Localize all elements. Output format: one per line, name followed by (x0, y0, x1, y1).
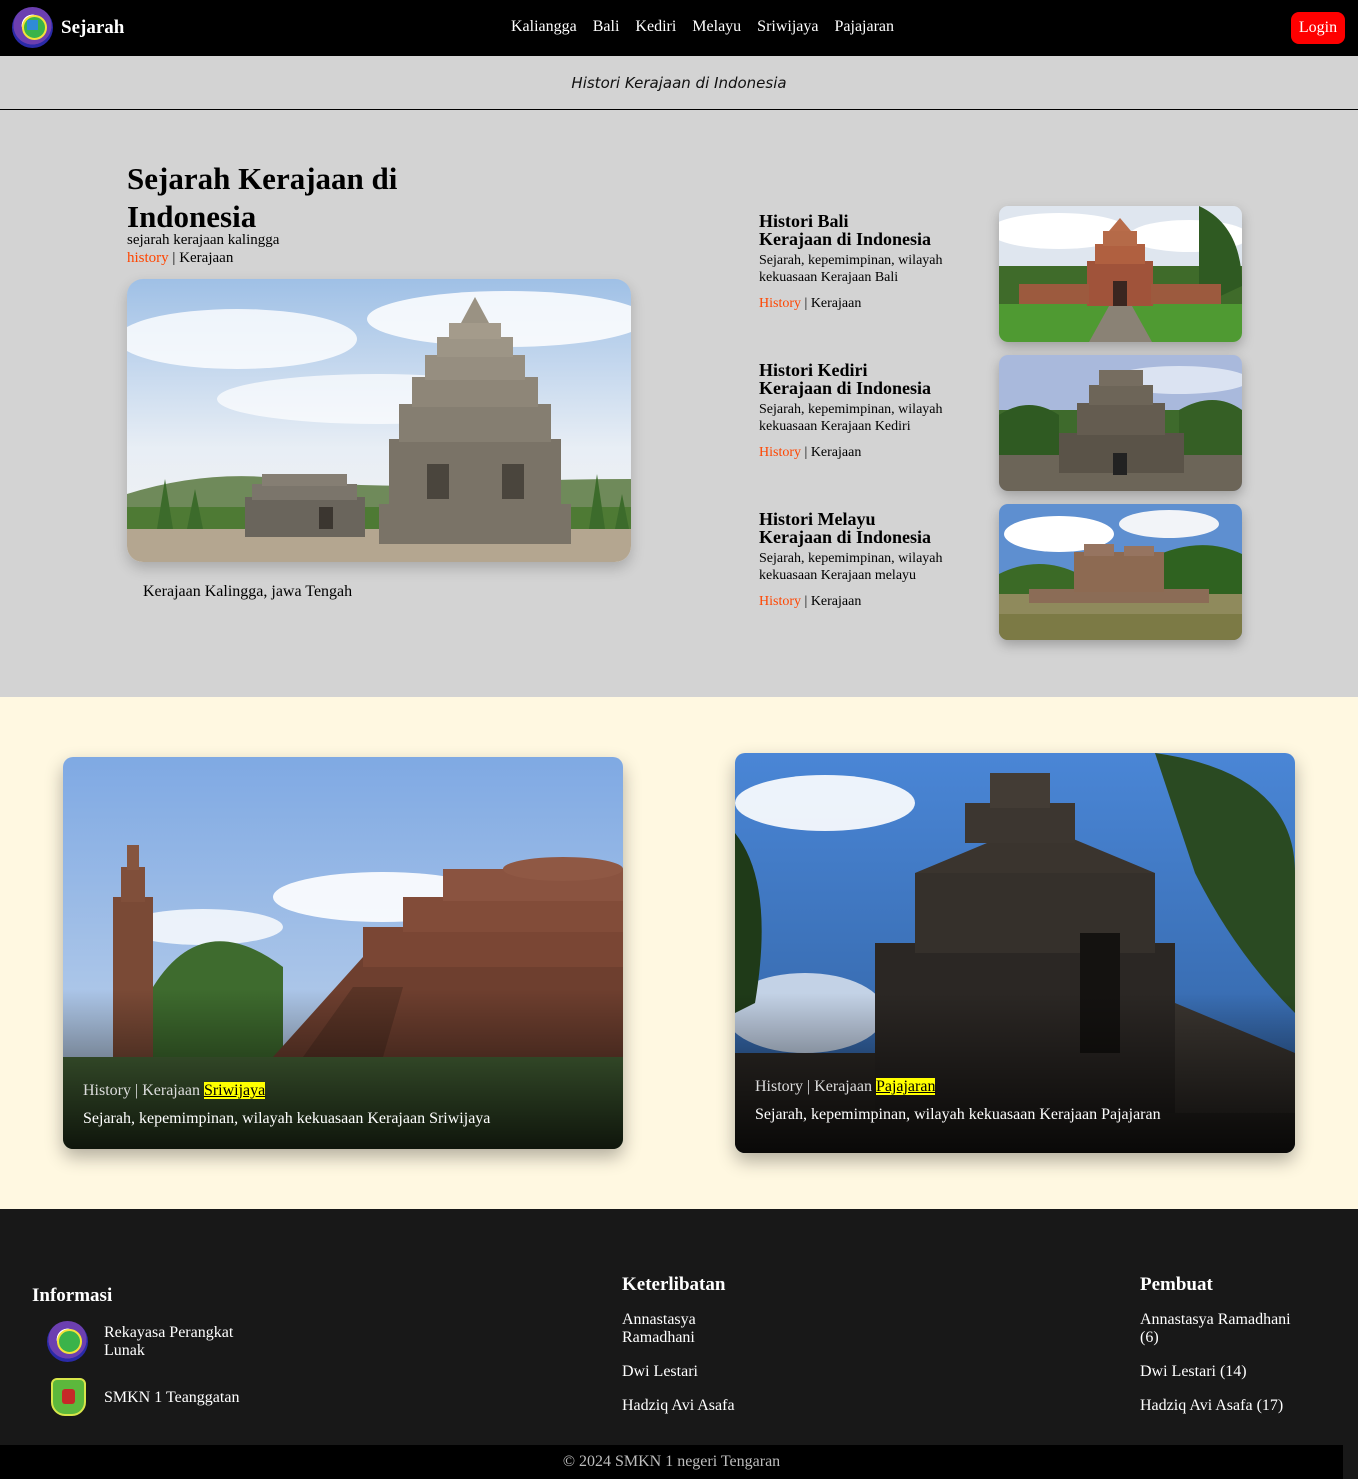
card-tag-prefix: History | Kerajaan (755, 1078, 876, 1095)
hero-tags: history | Kerajaan (127, 250, 233, 267)
nav-link-kaliangga[interactable]: Kaliangga (511, 18, 577, 36)
hero-tag-kerajaan[interactable]: Kerajaan (179, 250, 233, 266)
footer-heading-pembuat: Pembuat (1140, 1274, 1213, 1295)
nav-link-bali[interactable]: Bali (593, 18, 620, 36)
footer-pembuat-item[interactable]: Annastasya Ramadhani (6) (1140, 1311, 1300, 1347)
side-item-title-line2: Kerajaan di Indonesia (759, 527, 932, 547)
card-desc: Sejarah, kepemimpinan, wilayah kekuasaan… (755, 1106, 1161, 1123)
side-item-bali[interactable]: Histori Bali Kerajaan di Indonesia Sejar… (759, 212, 979, 312)
kediri-temple-image[interactable] (999, 355, 1242, 491)
side-item-tags: History | Kerajaan (759, 445, 979, 461)
side-item-title-line1: Histori Kediri (759, 360, 868, 380)
school-crest-icon (51, 1378, 86, 1416)
nav-links: Kaliangga Bali Kediri Melayu Sriwijaya P… (511, 18, 894, 36)
side-item-title: Histori Bali Kerajaan di Indonesia (759, 212, 979, 248)
footer-pembuat-item[interactable]: Dwi Lestari (14) (1140, 1363, 1247, 1381)
footer-keterlibatan-item[interactable]: Annastasya Ramadhani (622, 1311, 712, 1347)
side-item-tag-kerajaan[interactable]: Kerajaan (811, 594, 862, 609)
side-item-tag-kerajaan[interactable]: Kerajaan (811, 445, 862, 460)
nav-link-sriwijaya[interactable]: Sriwijaya (757, 18, 818, 36)
login-button[interactable]: Login (1291, 12, 1345, 44)
side-item-desc: Sejarah, kepemimpinan, wilayah kekuasaan… (759, 253, 943, 285)
melayu-temple-image[interactable] (999, 504, 1242, 640)
card-tag-prefix: History | Kerajaan (83, 1082, 204, 1099)
side-item-tags: History | Kerajaan (759, 594, 979, 610)
hero-tag-separator: | (168, 250, 180, 266)
side-item-tag-separator: | (801, 594, 811, 609)
side-item-tag-history[interactable]: History (759, 445, 801, 460)
hero-caption: Kerajaan Kalingga, jawa Tengah (143, 583, 353, 600)
card-tags: History | Kerajaan Pajajaran (755, 1078, 936, 1096)
side-item-title: Histori Kediri Kerajaan di Indonesia (759, 361, 979, 397)
card-sriwijaya[interactable]: History | Kerajaan Sriwijaya Sejarah, ke… (63, 757, 623, 1149)
side-item-melayu[interactable]: Histori Melayu Kerajaan di Indonesia Sej… (759, 510, 979, 610)
school-logo-icon (12, 7, 53, 48)
side-item-title-line1: Histori Melayu (759, 509, 876, 529)
side-item-desc: Sejarah, kepemimpinan, wilayah kekuasaan… (759, 551, 943, 583)
footer-heading-informasi: Informasi (32, 1285, 113, 1306)
side-item-tag-kerajaan[interactable]: Kerajaan (811, 296, 862, 311)
card-desc: Sejarah, kepemimpinan, wilayah kekuasaan… (83, 1110, 491, 1127)
side-item-title-line2: Kerajaan di Indonesia (759, 229, 932, 249)
card-tag-highlight[interactable]: Sriwijaya (203, 1082, 266, 1099)
nav-link-pajajaran[interactable]: Pajajaran (835, 18, 895, 36)
side-item-tag-separator: | (801, 296, 811, 311)
subheader-banner: Histori Kerajaan di Indonesia (0, 56, 1358, 110)
bali-temple-image[interactable] (999, 206, 1242, 342)
side-item-desc: Sejarah, kepemimpinan, wilayah kekuasaan… (759, 402, 943, 434)
hero-title: Sejarah Kerajaan di Indonesia (127, 161, 398, 234)
top-navbar: Sejarah Kaliangga Bali Kediri Melayu Sri… (0, 0, 1358, 56)
footer-info-school[interactable]: SMKN 1 Teanggatan (104, 1389, 239, 1407)
side-item-tag-history[interactable]: History (759, 594, 801, 609)
rpl-logo-icon (47, 1321, 88, 1362)
side-item-title-line2: Kerajaan di Indonesia (759, 378, 932, 398)
hero-section: Sejarah Kerajaan di Indonesia sejarah ke… (0, 110, 1358, 697)
footer-pembuat-item[interactable]: Hadziq Avi Asafa (17) (1140, 1397, 1283, 1415)
card-tags: History | Kerajaan Sriwijaya (83, 1082, 266, 1100)
card-tag-highlight[interactable]: Pajajaran (875, 1078, 936, 1095)
side-item-tag-history[interactable]: History (759, 296, 801, 311)
side-item-tags: History | Kerajaan (759, 296, 979, 312)
side-item-tag-separator: | (801, 445, 811, 460)
footer: Informasi Rekayasa Perangkat Lunak SMKN … (0, 1209, 1358, 1479)
footer-heading-keterlibatan: Keterlibatan (622, 1274, 726, 1295)
card-overlay (735, 993, 1295, 1153)
hero-subtitle: sejarah kerajaan kalingga (127, 232, 280, 248)
side-item-kediri[interactable]: Histori Kediri Kerajaan di Indonesia Sej… (759, 361, 979, 461)
nav-link-kediri[interactable]: Kediri (635, 18, 676, 36)
footer-keterlibatan-item[interactable]: Hadziq Avi Asafa (622, 1397, 735, 1415)
footer-keterlibatan-item[interactable]: Dwi Lestari (622, 1363, 698, 1381)
footer-info-rpl[interactable]: Rekayasa Perangkat Lunak (104, 1324, 254, 1360)
subheader-text: Histori Kerajaan di Indonesia (571, 74, 787, 92)
copyright-bar: © 2024 SMKN 1 negeri Tengaran (0, 1445, 1343, 1479)
brand[interactable]: Sejarah (12, 7, 124, 48)
kalingga-temple-image[interactable] (127, 279, 631, 562)
card-pajajaran[interactable]: History | Kerajaan Pajajaran Sejarah, ke… (735, 753, 1295, 1153)
featured-cards-section: History | Kerajaan Sriwijaya Sejarah, ke… (0, 697, 1358, 1209)
hero-tag-history[interactable]: history (127, 250, 169, 266)
brand-name[interactable]: Sejarah (61, 17, 124, 39)
side-item-title-line1: Histori Bali (759, 211, 849, 231)
nav-link-melayu[interactable]: Melayu (692, 18, 741, 36)
side-item-title: Histori Melayu Kerajaan di Indonesia (759, 510, 979, 546)
